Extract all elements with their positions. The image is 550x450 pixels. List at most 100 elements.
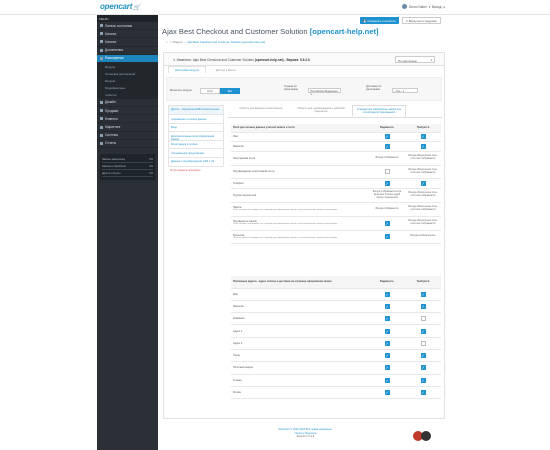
visibility-checkbox[interactable]: ✓	[384, 365, 390, 371]
zone-select[interactable]: --Нет-- ▾	[392, 88, 418, 93]
visibility-checkbox[interactable]: ✓	[384, 220, 390, 226]
sidebar-subitem[interactable]: Модули	[97, 77, 158, 85]
required-cell	[405, 312, 441, 326]
sidebar-item-label: Система	[105, 133, 118, 138]
field-sub-note: Поле, которое не выводится на странице д…	[233, 236, 338, 239]
sidebar-item-label: Отчеты	[105, 141, 117, 146]
store-select[interactable]: По умолчанию ▾	[395, 56, 435, 63]
visibility-checkbox[interactable]: ✓	[384, 390, 390, 396]
field-label-cell: Адрес 2	[231, 337, 369, 350]
visibility-cell: Всегда отображается	[369, 202, 405, 217]
menu-icon	[100, 24, 103, 28]
tab-help[interactable]: Доступ к Ленте	[212, 66, 240, 73]
required-checkbox[interactable]: ✓	[420, 143, 426, 149]
required-note: Всегда обязательное поле, если оно отобр…	[408, 206, 438, 211]
sidebar-item[interactable]: Клиенты	[97, 115, 158, 124]
sidebar-item[interactable]: Отчеты	[97, 140, 158, 148]
settings-nav-item[interactable]: Специальное предложение	[168, 149, 224, 158]
breadcrumb-item[interactable]: Ajax Best Checkout and Customer Solution…	[187, 40, 265, 44]
table-header-cell: Платежные адреса - адрес оплаты и достав…	[231, 276, 369, 289]
visibility-checkbox[interactable]: ✓	[384, 328, 390, 334]
settings-nav-item[interactable]: Сохранение и оплата данных	[168, 115, 224, 124]
opencart-logo[interactable]: opencart🛒	[100, 2, 141, 11]
visibility-checkbox[interactable]: ✓	[384, 303, 390, 309]
sidebar-subitem[interactable]: События	[97, 91, 158, 99]
required-cell: ✓	[405, 141, 441, 152]
save-button[interactable]: 💾 Сохранить и остаться	[360, 17, 399, 24]
visibility-checkbox[interactable]: ✓	[384, 181, 390, 186]
required-checkbox[interactable]: ✓	[420, 390, 426, 396]
sidebar-subitem[interactable]: Модификаторы	[97, 84, 158, 92]
required-cell: ✓	[405, 288, 441, 301]
visibility-checkbox[interactable]: ✓	[384, 234, 390, 239]
settings-nav-item[interactable]: Дополнительные поля оформления заказа	[168, 132, 224, 141]
visibility-checkbox[interactable]: ✓	[384, 377, 390, 383]
menu-icon	[100, 133, 103, 137]
country-select[interactable]: Российская Федерация ▾	[308, 88, 341, 96]
visibility-checkbox[interactable]	[384, 169, 390, 175]
stat-bar	[102, 175, 153, 177]
required-checkbox[interactable]: ✓	[420, 328, 426, 334]
visibility-checkbox[interactable]: ✓	[384, 353, 390, 359]
sidebar-item-label: Маркетинг	[105, 125, 121, 130]
store-select-value: По умолчанию	[398, 58, 417, 63]
visibility-checkbox[interactable]: ✓	[384, 316, 390, 322]
sidebar-subitem[interactable]: Установка расширений	[97, 70, 158, 78]
visibility-cell: ✓	[369, 216, 405, 231]
field-label-cell: Регион	[231, 386, 369, 400]
sidebar-item[interactable]: Маркетинг	[97, 123, 158, 132]
required-checkbox[interactable]: ✓	[420, 291, 426, 297]
sidebar-subitem[interactable]: Модули	[97, 62, 158, 71]
required-checkbox[interactable]: ✓	[420, 365, 426, 371]
visibility-cell: ✓	[369, 386, 405, 400]
user-menu[interactable]: Demo Name ▾	[402, 4, 431, 9]
visibility-checkbox[interactable]: ✓	[384, 143, 390, 149]
logout-link[interactable]: Выход ⇥	[432, 5, 445, 9]
settings-nav-item[interactable]: Вход	[168, 123, 224, 133]
required-checkbox[interactable]: ✓	[420, 134, 426, 140]
visibility-cell: ✓	[369, 132, 405, 142]
field-label-cell: Компания	[231, 312, 369, 326]
sidebar: МЕНЮ Панель состояния Каталог Каталог Допол…	[97, 15, 158, 450]
required-cell: ✓	[405, 324, 441, 338]
sidebar-item[interactable]: Каталог	[97, 38, 158, 47]
required-note: Всегда обязательное поле, если оно отобр…	[408, 155, 438, 160]
sidebar-item[interactable]: Каталог	[97, 30, 158, 39]
visibility-checkbox[interactable]: ✓	[384, 340, 390, 346]
sidebar-item[interactable]: Дополнения	[97, 47, 158, 55]
required-checkbox[interactable]: ✓	[420, 353, 426, 359]
home-icon[interactable]: ⌂	[166, 40, 168, 44]
settings-nav-item[interactable]: Регистрация и оплата	[168, 140, 224, 150]
stat-label: Заказы в обработке	[102, 164, 126, 168]
field-label-cell: Фамилия	[231, 300, 369, 314]
required-checkbox[interactable]: ✓	[420, 303, 426, 309]
required-checkbox[interactable]	[420, 340, 426, 346]
breadcrumb-item[interactable]: Модули	[172, 40, 182, 44]
sidebar-item[interactable]: Расширения	[97, 54, 158, 63]
subtab-confirm[interactable]: Область для подтверждения и действий пок…	[294, 105, 348, 117]
required-checkbox[interactable]	[420, 316, 426, 322]
visibility-checkbox[interactable]: ✓	[384, 291, 390, 297]
settings-nav-item[interactable]: Другие - Оформление/Вспомогательное	[168, 105, 224, 115]
subtab-standard-checkout[interactable]: Стандартное оформление заказа для гостей…	[352, 105, 406, 117]
visibility-cell	[369, 165, 405, 179]
required-checkbox[interactable]: ✓	[420, 181, 426, 186]
visibility-cell: ✓	[369, 178, 405, 189]
sidebar-item[interactable]: Система	[97, 132, 158, 140]
field-sub-note: Поле, которое не выводится на странице д…	[233, 209, 338, 212]
settings-nav-item[interactable]: Данные и подтверждение CSS и JS	[168, 157, 224, 167]
switch-on[interactable]: Вкл	[220, 88, 240, 94]
visibility-checkbox[interactable]: ✓	[384, 134, 390, 140]
sidebar-item[interactable]: Панель состояния	[97, 22, 158, 31]
tab-settings[interactable]: Настройки модуля	[168, 66, 206, 73]
subtab-customer-fields[interactable]: Область для вводных полей клиента	[234, 105, 288, 117]
sidebar-item[interactable]: Продажи	[97, 107, 158, 116]
switch-off[interactable]: Откл	[200, 88, 220, 94]
field-label-cell: Подтверждение электронной почты	[231, 165, 369, 179]
menu-icon	[100, 100, 103, 104]
sidebar-subitem-label: Модификаторы	[105, 86, 126, 91]
required-checkbox[interactable]: ✓	[420, 377, 426, 383]
back-button[interactable]: ↩ Вернуться к модулям	[401, 17, 441, 24]
sidebar-item[interactable]: Дизайн	[97, 99, 158, 108]
enable-switch[interactable]: Откл Вкл	[200, 88, 240, 94]
